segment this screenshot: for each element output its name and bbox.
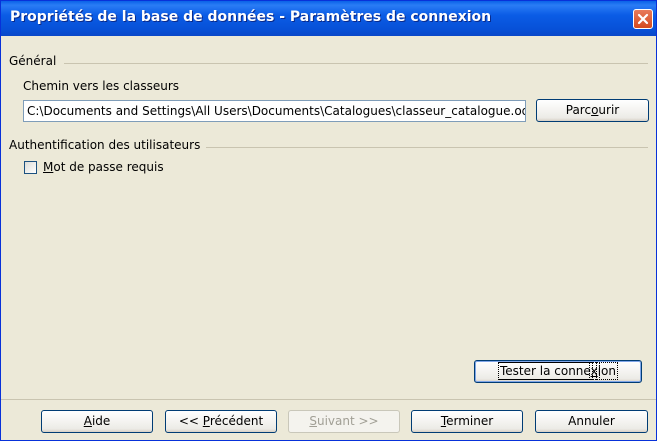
finish-button[interactable]: Terminer (411, 410, 523, 433)
auth-divider (206, 147, 648, 148)
general-section-label: Général (9, 54, 57, 68)
title-bar[interactable]: Propriétés de la base de données - Param… (1, 1, 656, 36)
next-button[interactable]: Suivant >> (288, 410, 400, 433)
browse-label: Parcourir (565, 103, 620, 117)
path-label: Chemin vers les classeurs (23, 79, 180, 93)
path-input[interactable]: C:\Documents and Settings\All Users\Docu… (23, 100, 526, 122)
window-title: Propriétés de la base de données - Param… (10, 9, 492, 25)
password-required-checkbox[interactable] (24, 161, 37, 174)
browse-button[interactable]: Parcourir (536, 99, 649, 122)
cancel-button[interactable]: Annuler (535, 410, 648, 433)
test-connection-label: Tester la connexion (498, 362, 619, 380)
previous-button[interactable]: << Précédent (165, 410, 277, 433)
close-button[interactable] (633, 9, 653, 29)
test-connection-button[interactable]: Tester la connexion (474, 360, 642, 383)
dialog-window: Propriétés de la base de données - Param… (0, 0, 657, 441)
general-divider (64, 63, 648, 64)
close-icon (637, 13, 649, 25)
password-required-label[interactable]: Mot de passe requis (43, 160, 164, 174)
footer-divider (1, 399, 656, 400)
help-button[interactable]: Aide (41, 410, 153, 433)
auth-section-label: Authentification des utilisateurs (9, 138, 201, 152)
